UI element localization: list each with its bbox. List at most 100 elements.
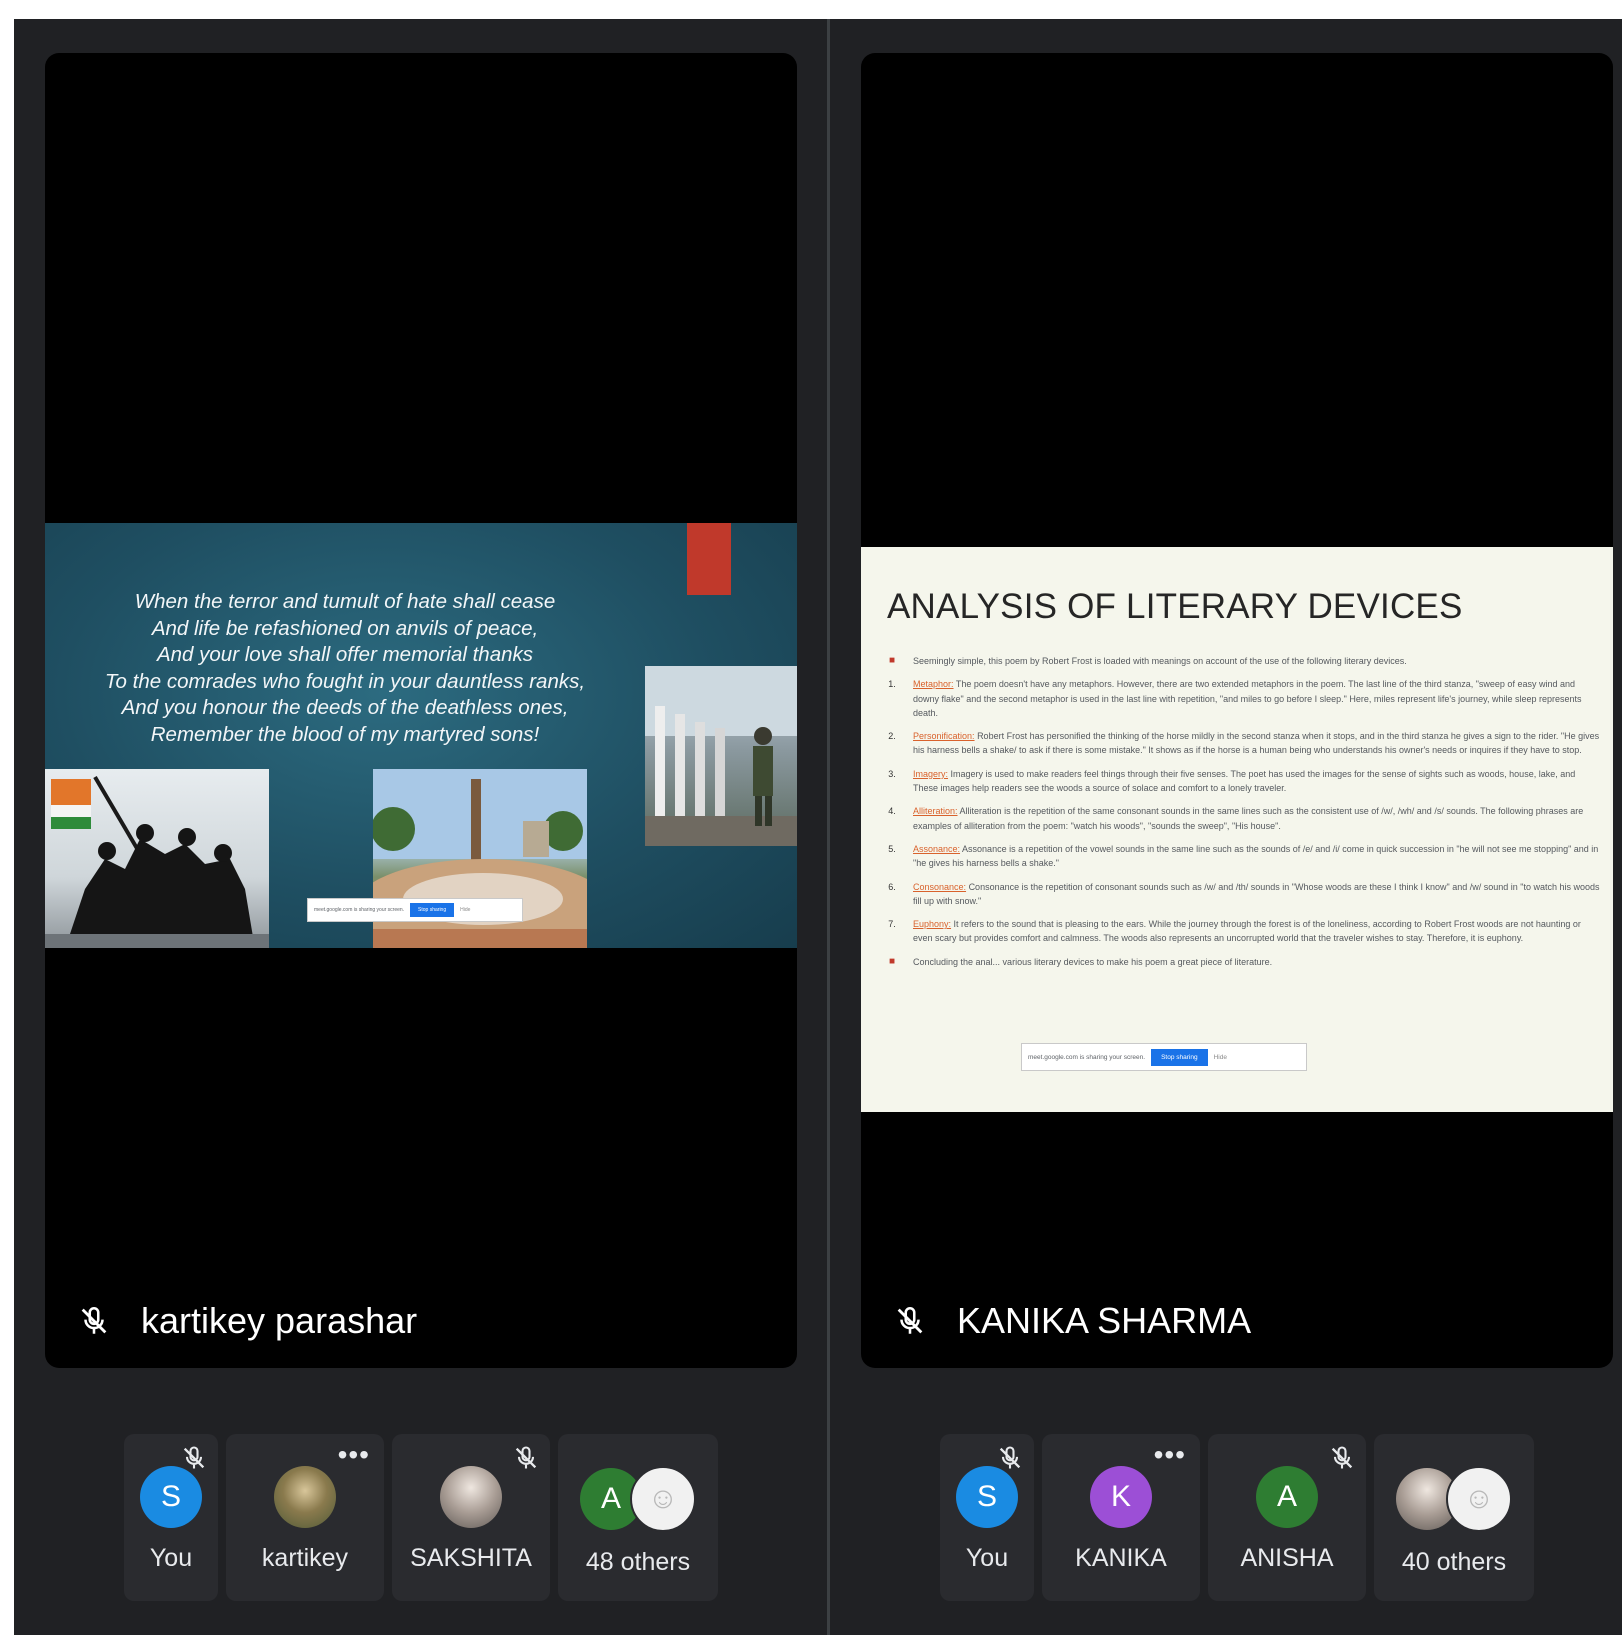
right-call-view: ANALYSIS OF LITERARY DEVICES ■ Seemingly… <box>830 19 1622 1635</box>
item-text: Imagery is used to make readers feel thi… <box>913 768 1576 794</box>
left-call-view: When the terror and tumult of hate shall… <box>14 19 829 1635</box>
mic-off-icon <box>81 1306 107 1334</box>
participant-name: 40 others <box>1401 1548 1507 1576</box>
screen-share-bar: meet.google.com is sharing your screen. … <box>307 898 523 922</box>
item-text: Concluding the anal... various literary … <box>913 956 1273 967</box>
participant-chip-others[interactable]: ☺ 40 others <box>1374 1434 1534 1601</box>
mic-off-icon <box>999 1446 1021 1469</box>
screen-share-bar: meet.google.com is sharing your screen. … <box>1021 1043 1307 1071</box>
avatar: K <box>1090 1466 1152 1528</box>
participant-name: 48 others <box>585 1548 691 1576</box>
slide-list-item: ■ Concluding the anal... various literar… <box>885 955 1601 969</box>
participant-chip-kartikey[interactable]: ••• kartikey <box>226 1434 384 1601</box>
device-label: Personification: <box>913 731 975 742</box>
avatar-photo <box>274 1466 336 1528</box>
avatar-photo <box>440 1466 502 1528</box>
mic-off-icon <box>515 1446 537 1469</box>
mic-off-icon <box>897 1306 923 1334</box>
item-text: Alliteration is the repetition of the sa… <box>913 806 1584 831</box>
avatar-group <box>274 1466 336 1528</box>
mic-off-icon <box>183 1446 205 1469</box>
participant-chip-you[interactable]: S You <box>124 1434 218 1601</box>
device-label: Assonance: <box>913 843 961 854</box>
slide-list-item: ■ Seemingly simple, this poem by Robert … <box>885 654 1601 668</box>
device-label: Alliteration: <box>913 806 958 817</box>
avatar-placeholder: ☺ <box>1446 1466 1512 1532</box>
slide-list-item: 3. Imagery: Imagery is used to make read… <box>885 767 1601 796</box>
item-text: Seemingly simple, this poem by Robert Fr… <box>913 656 1407 666</box>
poem-line: And life be refashioned on anvils of pea… <box>151 616 539 640</box>
poem-line: To the comrades who fought in your daunt… <box>104 669 586 693</box>
poem-line: And your love shall offer memorial thank… <box>156 643 533 666</box>
list-marker: 5. <box>888 843 896 854</box>
hide-share-bar-button[interactable]: Hide <box>460 907 470 913</box>
list-marker: 3. <box>888 768 896 779</box>
slide-title: ANALYSIS OF LITERARY DEVICES <box>887 587 1463 626</box>
participant-name: ANISHA <box>1240 1544 1334 1572</box>
mic-off-icon <box>1331 1446 1353 1469</box>
avatar: S <box>140 1466 202 1528</box>
share-status-text: meet.google.com is sharing your screen. <box>1028 1053 1146 1061</box>
item-text: The poem doesn't have any metaphors. How… <box>913 679 1582 718</box>
slide-list-item: 1. Metaphor: The poem doesn't have any m… <box>885 677 1601 720</box>
presenter-label: KANIKA SHARMA <box>893 1300 1251 1342</box>
avatar-group <box>440 1466 502 1528</box>
list-marker: ■ <box>888 655 896 666</box>
list-marker: 1. <box>888 679 896 690</box>
shared-slide: When the terror and tumult of hate shall… <box>45 523 797 948</box>
list-marker: 4. <box>888 806 896 817</box>
memorial-walkway-image <box>645 666 797 846</box>
participant-chip-anisha[interactable]: A ANISHA <box>1208 1434 1366 1601</box>
participant-strip: S You ••• kartikey SAKSHITA A ☺ 48 other… <box>124 1434 718 1601</box>
hide-share-bar-button[interactable]: Hide <box>1214 1054 1227 1061</box>
list-marker: ■ <box>888 955 896 967</box>
avatar: A <box>1256 1466 1318 1528</box>
avatar-group: A ☺ <box>580 1466 696 1532</box>
participant-strip: S You ••• K KANIKA A ANISHA ☺ 40 others <box>940 1434 1534 1601</box>
avatar-group: K <box>1090 1466 1152 1528</box>
avatar-group: S <box>140 1466 202 1528</box>
participant-name: KANIKA <box>1075 1544 1167 1572</box>
device-label: Imagery: <box>913 768 949 779</box>
poem-text: When the terror and tumult of hate shall… <box>65 589 625 748</box>
avatar-placeholder: ☺ <box>630 1466 696 1532</box>
participant-chip-sakshita[interactable]: SAKSHITA <box>392 1434 550 1601</box>
more-options-icon[interactable]: ••• <box>1154 1441 1186 1469</box>
participant-name: kartikey <box>261 1544 349 1572</box>
slide-list-item: 7. Euphony: It refers to the sound that … <box>885 917 1601 946</box>
presenter-name: kartikey parashar <box>141 1300 418 1341</box>
slide-accent-bar <box>687 523 731 595</box>
item-text: Assonance is a repetition of the vowel s… <box>913 843 1599 869</box>
list-marker: 6. <box>888 881 896 892</box>
list-marker: 7. <box>888 919 896 930</box>
participant-chip-you[interactable]: S You <box>940 1434 1034 1601</box>
participant-chip-others[interactable]: A ☺ 48 others <box>558 1434 718 1601</box>
device-label: Metaphor: <box>913 679 954 690</box>
device-label: Euphony: <box>913 919 952 930</box>
meet-screenshot: When the terror and tumult of hate shall… <box>14 19 1622 1635</box>
list-marker: 2. <box>888 731 896 742</box>
slide-list-item: 5. Assonance: Assonance is a repetition … <box>885 842 1601 871</box>
avatar-group: A <box>1256 1466 1318 1528</box>
poem-line: When the terror and tumult of hate shall… <box>134 590 556 613</box>
shared-slide: ANALYSIS OF LITERARY DEVICES ■ Seemingly… <box>861 547 1613 1112</box>
item-text: Robert Frost has personified the thinkin… <box>913 731 1600 756</box>
avatar-group: ☺ <box>1396 1466 1512 1532</box>
poem-line: And you honour the deeds of the deathles… <box>121 696 569 719</box>
slide-list-item: 6. Consonance: Consonance is the repetit… <box>885 880 1601 909</box>
soldiers-statue-image <box>45 769 269 948</box>
avatar-group: S <box>956 1466 1018 1528</box>
presenter-name: KANIKA SHARMA <box>957 1300 1252 1341</box>
share-status-text: meet.google.com is sharing your screen. <box>314 907 405 913</box>
presentation-tile[interactable]: When the terror and tumult of hate shall… <box>45 53 797 1368</box>
item-text: It refers to the sound that is pleasing … <box>913 919 1581 944</box>
participant-name: You <box>149 1544 193 1572</box>
presenter-label: kartikey parashar <box>77 1300 417 1342</box>
stop-sharing-button[interactable]: Stop sharing <box>410 903 455 917</box>
slide-list-item: 2. Personification: Robert Frost has per… <box>885 729 1601 758</box>
participant-chip-kanika[interactable]: ••• K KANIKA <box>1042 1434 1200 1601</box>
more-options-icon[interactable]: ••• <box>338 1441 370 1469</box>
stop-sharing-button[interactable]: Stop sharing <box>1151 1048 1208 1066</box>
slide-list: ■ Seemingly simple, this poem by Robert … <box>885 654 1601 978</box>
presentation-tile[interactable]: ANALYSIS OF LITERARY DEVICES ■ Seemingly… <box>861 53 1613 1368</box>
